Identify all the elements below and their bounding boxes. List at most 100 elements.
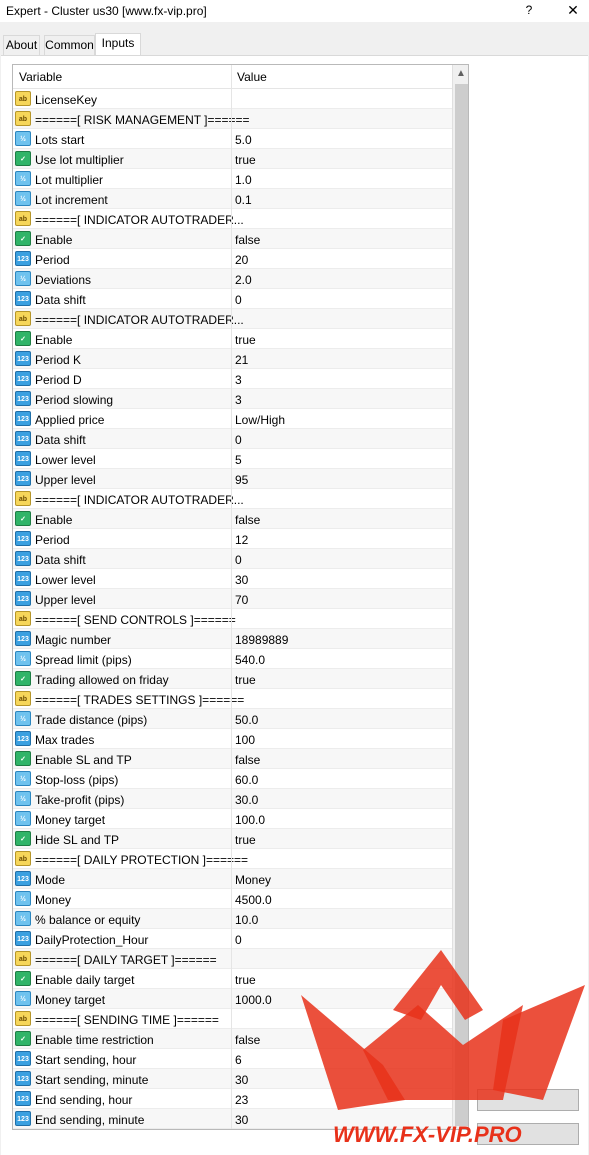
- table-row[interactable]: ✓ Enable true: [13, 329, 452, 349]
- scroll-up-icon[interactable]: ▲: [456, 68, 466, 79]
- variable-name: Deviations: [35, 273, 92, 287]
- variable-value[interactable]: false: [235, 753, 260, 767]
- table-row[interactable]: 123 Upper level 95: [13, 469, 452, 489]
- table-row[interactable]: 123 Period 12: [13, 529, 452, 549]
- tab-common[interactable]: Common: [44, 35, 95, 55]
- table-row[interactable]: 123 Lower level 30: [13, 569, 452, 589]
- table-row[interactable]: 123 DailyProtection_Hour 0: [13, 929, 452, 949]
- variable-value[interactable]: 5.0: [235, 133, 252, 147]
- variable-value[interactable]: 4500.0: [235, 893, 272, 907]
- variable-value[interactable]: 2.0: [235, 273, 252, 287]
- table-row[interactable]: 123 Max trades 100: [13, 729, 452, 749]
- table-row[interactable]: 123 Data shift 0: [13, 429, 452, 449]
- variable-value[interactable]: 20: [235, 253, 248, 267]
- variable-value[interactable]: 3: [235, 393, 242, 407]
- table-row[interactable]: ab ======[ INDICATOR AUTOTRADER...: [13, 489, 452, 509]
- table-row[interactable]: ab ======[ SEND CONTROLS ]======: [13, 609, 452, 629]
- variable-value[interactable]: 18989889: [235, 633, 288, 647]
- table-row[interactable]: 123 Data shift 0: [13, 289, 452, 309]
- variable-value[interactable]: 5: [235, 453, 242, 467]
- table-row[interactable]: ½ Take-profit (pips) 30.0: [13, 789, 452, 809]
- table-row[interactable]: ½ Stop-loss (pips) 60.0: [13, 769, 452, 789]
- column-header-variable[interactable]: Variable: [19, 70, 62, 84]
- integer-type-icon: 123: [15, 631, 31, 646]
- variable-value[interactable]: 1.0: [235, 173, 252, 187]
- variable-value[interactable]: Low/High: [235, 413, 285, 427]
- table-row[interactable]: 123 Period slowing 3: [13, 389, 452, 409]
- table-row[interactable]: ½ Lots start 5.0: [13, 129, 452, 149]
- table-row[interactable]: ½ Spread limit (pips) 540.0: [13, 649, 452, 669]
- variable-value[interactable]: 540.0: [235, 653, 265, 667]
- variable-value[interactable]: 6: [235, 1053, 242, 1067]
- table-row[interactable]: ½ Deviations 2.0: [13, 269, 452, 289]
- variable-value[interactable]: true: [235, 833, 256, 847]
- variable-value[interactable]: 3: [235, 373, 242, 387]
- variable-value[interactable]: false: [235, 233, 260, 247]
- variable-value[interactable]: 50.0: [235, 713, 258, 727]
- table-row[interactable]: ab ======[ DAILY PROTECTION ]======: [13, 849, 452, 869]
- table-row[interactable]: ab ======[ TRADES SETTINGS ]======: [13, 689, 452, 709]
- variable-value[interactable]: false: [235, 1033, 260, 1047]
- table-row[interactable]: ab ======[ INDICATOR AUTOTRADER...: [13, 209, 452, 229]
- variable-value[interactable]: 23: [235, 1093, 248, 1107]
- variable-value[interactable]: 12: [235, 533, 248, 547]
- variable-value[interactable]: 100: [235, 733, 255, 747]
- variable-value[interactable]: 30.0: [235, 793, 258, 807]
- table-row[interactable]: ½ % balance or equity 10.0: [13, 909, 452, 929]
- table-row[interactable]: ✓ Trading allowed on friday true: [13, 669, 452, 689]
- table-row[interactable]: ½ Money 4500.0: [13, 889, 452, 909]
- variable-value[interactable]: true: [235, 333, 256, 347]
- table-row[interactable]: ½ Lot increment 0.1: [13, 189, 452, 209]
- variable-value[interactable]: 70: [235, 593, 248, 607]
- table-row[interactable]: ✓ Enable false: [13, 509, 452, 529]
- table-row[interactable]: 123 Applied price Low/High: [13, 409, 452, 429]
- variable-value[interactable]: 30: [235, 1113, 248, 1127]
- tab-strip: About Common Inputs: [0, 22, 589, 56]
- variable-value[interactable]: 0: [235, 433, 242, 447]
- table-row[interactable]: ab LicenseKey: [13, 89, 452, 109]
- table-row[interactable]: 123 Period D 3: [13, 369, 452, 389]
- table-row[interactable]: 123 Period 20: [13, 249, 452, 269]
- tab-inputs[interactable]: Inputs: [95, 33, 141, 56]
- column-divider[interactable]: [231, 65, 232, 89]
- variable-value[interactable]: 30: [235, 573, 248, 587]
- fx-vip-watermark-logo: WWW.FX-VIP.PRO: [301, 950, 585, 1147]
- table-row[interactable]: ab ======[ INDICATOR AUTOTRADER...: [13, 309, 452, 329]
- variable-value[interactable]: 30: [235, 1073, 248, 1087]
- variable-value[interactable]: 10.0: [235, 913, 258, 927]
- table-row[interactable]: ✓ Enable false: [13, 229, 452, 249]
- table-row[interactable]: ab ======[ RISK MANAGEMENT ]======: [13, 109, 452, 129]
- table-row[interactable]: 123 Data shift 0: [13, 549, 452, 569]
- variable-value[interactable]: 100.0: [235, 813, 265, 827]
- variable-value[interactable]: 0: [235, 553, 242, 567]
- variable-value[interactable]: true: [235, 973, 256, 987]
- variable-value[interactable]: 0: [235, 933, 242, 947]
- table-row[interactable]: 123 Upper level 70: [13, 589, 452, 609]
- table-row[interactable]: 123 Magic number 18989889: [13, 629, 452, 649]
- variable-value[interactable]: Money: [235, 873, 271, 887]
- variable-value[interactable]: 0.1: [235, 193, 252, 207]
- variable-value[interactable]: true: [235, 153, 256, 167]
- string-type-icon: ab: [15, 951, 31, 966]
- variable-value[interactable]: false: [235, 513, 260, 527]
- table-row[interactable]: 123 Period K 21: [13, 349, 452, 369]
- table-row[interactable]: ✓ Hide SL and TP true: [13, 829, 452, 849]
- table-row[interactable]: ½ Money target 100.0: [13, 809, 452, 829]
- close-button[interactable]: ✕: [566, 2, 580, 19]
- variable-name: LicenseKey: [35, 93, 98, 107]
- variable-value[interactable]: true: [235, 673, 256, 687]
- variable-value[interactable]: 60.0: [235, 773, 258, 787]
- table-row[interactable]: 123 Lower level 5: [13, 449, 452, 469]
- variable-value[interactable]: 1000.0: [235, 993, 272, 1007]
- variable-value[interactable]: 95: [235, 473, 248, 487]
- table-row[interactable]: ✓ Enable SL and TP false: [13, 749, 452, 769]
- table-row[interactable]: ½ Lot multiplier 1.0: [13, 169, 452, 189]
- variable-value[interactable]: 21: [235, 353, 248, 367]
- help-button[interactable]: ?: [522, 3, 536, 17]
- tab-about[interactable]: About: [3, 35, 40, 55]
- column-header-value[interactable]: Value: [237, 70, 267, 84]
- table-row[interactable]: ½ Trade distance (pips) 50.0: [13, 709, 452, 729]
- variable-value[interactable]: 0: [235, 293, 242, 307]
- table-row[interactable]: ✓ Use lot multiplier true: [13, 149, 452, 169]
- table-row[interactable]: 123 Mode Money: [13, 869, 452, 889]
